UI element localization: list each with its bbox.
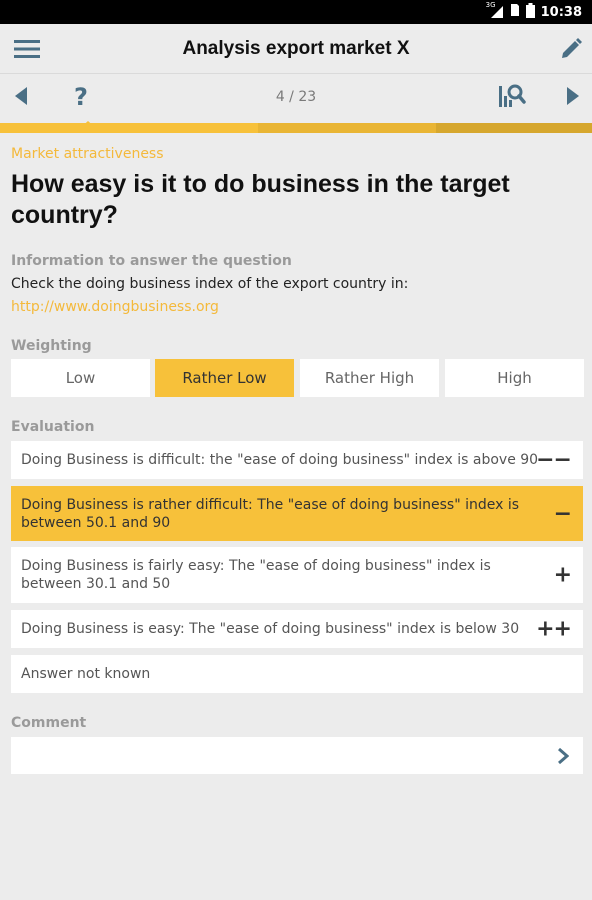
network-signal-icon: 3G [486, 1, 504, 19]
evaluation-option[interactable]: Doing Business is difficult: the "ease o… [11, 441, 583, 479]
evaluation-option-symbol: − [553, 501, 572, 526]
question-title: How easy is it to do business in the tar… [11, 170, 510, 229]
question-nav-bar: ? 4 / 23 [0, 75, 592, 121]
question-category: Market attractiveness [11, 146, 164, 162]
evaluation-option-text: Answer not known [21, 666, 151, 682]
app-bar: Analysis export market X [0, 24, 592, 74]
evaluation-option-text: Doing Business is fairly easy: The "ease… [21, 558, 491, 592]
battery-icon [525, 2, 535, 22]
status-icons: 3G 10:38 [486, 0, 582, 24]
status-bar: 3G 10:38 [0, 0, 592, 24]
results-chart-button[interactable] [496, 83, 528, 113]
comment-label: Comment [11, 715, 87, 731]
progress-segment [258, 123, 436, 133]
pencil-icon[interactable] [556, 35, 586, 63]
page-title: Analysis export market X [182, 38, 410, 59]
weighting-option-rather-high[interactable]: Rather High [300, 359, 439, 397]
evaluation-option[interactable]: Answer not known [11, 655, 583, 693]
sim-icon [510, 3, 520, 21]
weighting-label: Weighting [11, 338, 92, 354]
status-time: 10:38 [540, 4, 582, 20]
weighting-selector: Low Rather Low Rather High High [11, 359, 584, 397]
evaluation-option-text: Doing Business is difficult: the "ease o… [21, 452, 539, 468]
info-label: Information to answer the question [11, 253, 292, 269]
weighting-option-rather-low[interactable]: Rather Low [155, 359, 294, 397]
weighting-option-low[interactable]: Low [11, 359, 150, 397]
weighting-option-high[interactable]: High [445, 359, 584, 397]
comment-field[interactable] [11, 737, 583, 774]
evaluation-option[interactable]: Doing Business is easy: The "ease of doi… [11, 610, 583, 648]
progress-segment-completed [0, 123, 258, 133]
evaluation-option-symbol: ++ [536, 616, 572, 642]
network-type-label: 3G [485, 1, 496, 9]
chevron-right-icon[interactable] [555, 745, 571, 767]
doing-business-link[interactable]: http://www.doingbusiness.org [11, 299, 219, 315]
next-question-button[interactable] [560, 83, 586, 113]
evaluation-option-symbol: + [553, 562, 572, 588]
triangle-right-icon [567, 87, 579, 109]
evaluation-option-text: Doing Business is rather difficult: The … [21, 496, 520, 531]
info-text: Check the doing business index of the ex… [11, 276, 409, 292]
evaluation-option-text: Doing Business is easy: The "ease of doi… [21, 621, 520, 637]
progress-segment [436, 123, 592, 133]
chart-search-icon [498, 83, 526, 113]
section-progress-bar [0, 123, 592, 133]
evaluation-label: Evaluation [11, 419, 95, 435]
evaluation-option[interactable]: Doing Business is fairly easy: The "ease… [11, 547, 583, 603]
evaluation-option-symbol: −− [536, 447, 572, 473]
evaluation-option-selected[interactable]: Doing Business is rather difficult: The … [11, 486, 583, 541]
